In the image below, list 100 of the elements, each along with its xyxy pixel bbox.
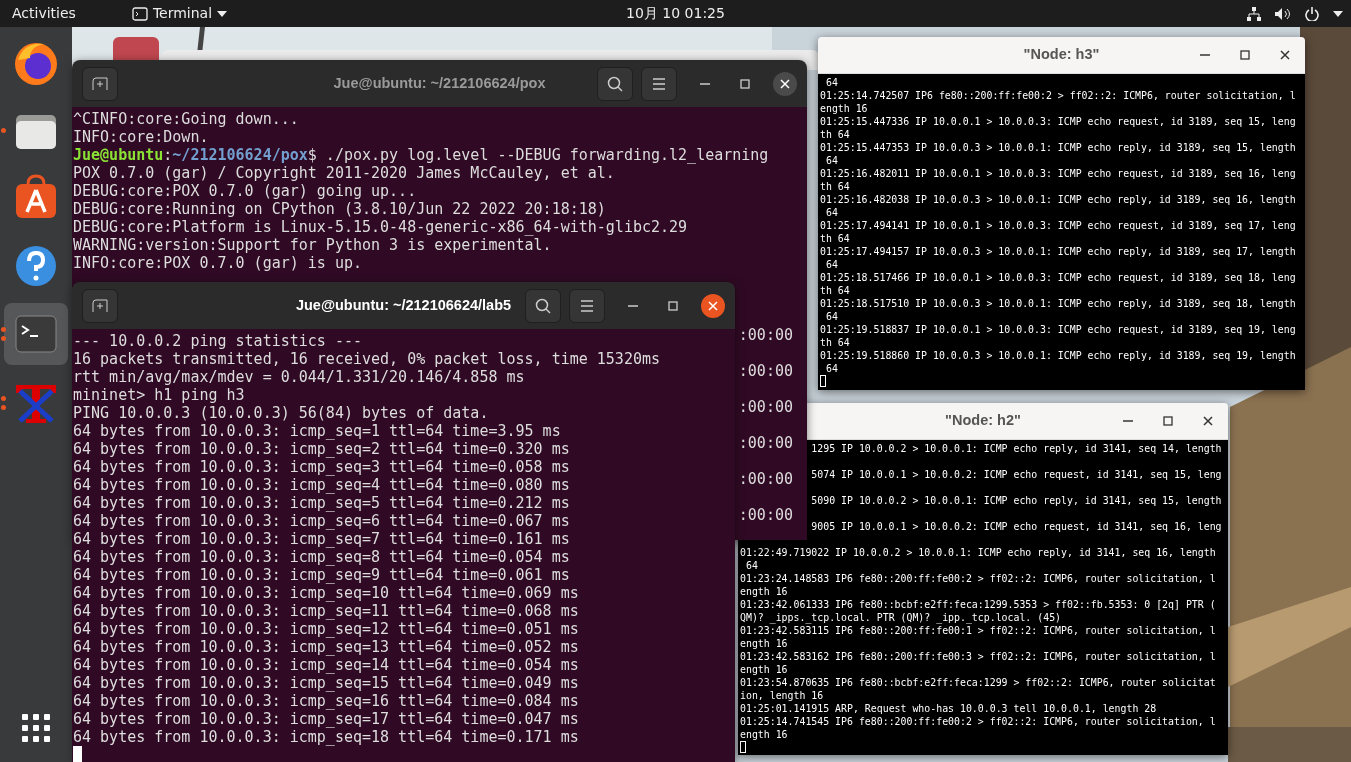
terminal-line: 01:25:15.447353 IP 10.0.0.3 > 10.0.0.1: ICMP echo reply, id 3189, seq 15, length: [820, 141, 1297, 154]
cursor: [73, 746, 82, 762]
terminal-line: 01:25:15.447336 IP 10.0.0.1 > 10.0.0.3: ICMP echo request, id 3189, seq 15, leng: [820, 115, 1297, 128]
terminal-line: 01:25:19.518837 IP 10.0.0.1 > 10.0.0.3: ICMP echo request, id 3189, seq 19, leng: [820, 323, 1297, 336]
terminal-line: 64 bytes from 10.0.0.3: icmp_seq=15 ttl=64 time=0.049 ms: [73, 674, 580, 692]
terminal-line: 5090 IP 10.0.0.2 > 10.0.0.1: ICMP echo reply, id 3141, seq 15, length: [811, 495, 1222, 506]
terminal-line: 64 bytes from 10.0.0.3: icmp_seq=12 ttl=64 time=0.051 ms: [73, 620, 580, 638]
terminal-line: 01:25:01.141915 ARP, Request who-has 10.0.0.3 tell 10.0.0.1, length 28: [740, 702, 1158, 715]
terminal-line: 64 bytes from 10.0.0.3: icmp_seq=2 ttl=64 time=0.320 ms: [73, 440, 571, 458]
terminal-line: PING 10.0.0.3 (10.0.0.3) 56(84) bytes of data.: [73, 404, 490, 422]
menu-icon: [580, 299, 594, 312]
terminal-line: 64 bytes from 10.0.0.3: icmp_seq=13 ttl=64 time=0.052 ms: [73, 638, 580, 656]
terminal-line: INFO:core:POX 0.7.0 (gar) is up.: [73, 254, 363, 272]
new-tab-button[interactable]: [82, 66, 118, 101]
terminal-line: 64 bytes from 10.0.0.3: icmp_seq=1 ttl=64 time=3.95 ms: [73, 422, 562, 440]
maximize-icon: [740, 78, 750, 89]
terminal-line: 01:22:49.719022 IP 10.0.0.2 > 10.0.0.1: ICMP echo reply, id 3141, seq 16, length: [740, 546, 1217, 559]
terminal-line: :00:00: [738, 470, 793, 488]
terminal-line: 64: [824, 258, 839, 271]
terminal-line: 64 bytes from 10.0.0.3: icmp_seq=5 ttl=64 time=0.212 ms: [73, 494, 571, 512]
terminal-line: DEBUG:core:Running on CPython (3.8.10/Jun 22 2022 20:18:18): [73, 200, 607, 218]
terminal-line: rtt min/avg/max/mdev = 0.044/1.331/20.146/4.858 ms: [73, 368, 526, 386]
terminal-line: 64: [824, 154, 839, 167]
caret-icon: [1333, 10, 1343, 17]
window-title: "Node: h3": [1023, 45, 1100, 65]
new-tab-icon: [92, 76, 108, 91]
app-menu-button[interactable]: Terminal: [121, 0, 238, 27]
terminal-line: :00:00: [738, 398, 793, 416]
terminal-line: 5074 IP 10.0.0.1 > 10.0.0.2: ICMP echo request, id 3141, seq 15, leng: [811, 469, 1222, 480]
terminal-line: QM)? _ipps._tcp.local. PTR (QM)? _ipp._tcp.local. (45): [740, 611, 1063, 624]
new-tab-button[interactable]: [82, 288, 118, 323]
terminal-line: 64 bytes from 10.0.0.3: icmp_seq=7 ttl=64 time=0.161 ms: [73, 530, 571, 548]
cursor: [820, 375, 826, 387]
search-button[interactable]: [525, 288, 561, 323]
terminal-line: 01:23:42.061333 IP6 fe80::bcbf:e2ff:feca:1299.5353 > ff02::fb.5353: 0 [2q] PTR (: [740, 598, 1217, 611]
terminal-line: 01:25:19.518860 IP 10.0.0.3 > 10.0.0.1: ICMP echo reply, id 3189, seq 19, length: [820, 349, 1297, 362]
terminal-line: th 64: [820, 284, 851, 297]
terminal-line: 64 bytes from 10.0.0.3: icmp_seq=8 ttl=64 time=0.054 ms: [73, 548, 571, 566]
terminal-line: 01:25:16.482011 IP 10.0.0.1 > 10.0.0.3: ICMP echo request, id 3189, seq 16, leng: [820, 167, 1297, 180]
terminal-line: 64: [824, 206, 839, 219]
terminal-line: ength 16: [740, 728, 789, 741]
power-icon: [1305, 6, 1319, 21]
terminal-line: 64 bytes from 10.0.0.3: icmp_seq=6 ttl=64 time=0.067 ms: [73, 512, 571, 530]
network-icon: [1247, 6, 1261, 21]
menu-button[interactable]: [569, 288, 605, 323]
terminal-line: ength 16: [820, 102, 869, 115]
terminal-line: mininet> h1 ping h3: [73, 386, 246, 404]
terminal-line: 64 bytes from 10.0.0.3: icmp_seq=9 ttl=64 time=0.061 ms: [73, 566, 571, 584]
terminal-line: 01:25:18.517466 IP 10.0.0.1 > 10.0.0.3: ICMP echo request, id 3189, seq 18, leng: [820, 271, 1297, 284]
minimize-icon: [628, 304, 638, 307]
search-icon: [607, 75, 623, 92]
terminal-line: 01:25:14.741545 IP6 fe80::200:ff:fe00:2 > ff02::2: ICMP6, router solicitation, l: [740, 715, 1217, 728]
menu-icon: [652, 77, 666, 90]
terminal-line: 64 bytes from 10.0.0.3: icmp_seq=3 ttl=64 time=0.058 ms: [73, 458, 571, 476]
close-button[interactable]: [701, 293, 725, 318]
search-icon: [535, 297, 551, 314]
terminal-line: :00:00: [738, 506, 793, 524]
clock-button[interactable]: 10月 10 01:25: [616, 0, 735, 27]
terminal-line: 64: [824, 362, 839, 375]
terminal-line: ength 16: [740, 585, 789, 598]
window-title: Jue@ubuntu: ~/212106624/lab5: [295, 295, 512, 315]
terminal-line: 01:25:17.494157 IP 10.0.0.3 > 10.0.0.1: ICMP echo reply, id 3189, seq 17, length: [820, 245, 1297, 258]
prompt-line: Jue@ubuntu:~/212106624/pox$ ./pox.py log.level --DEBUG forwarding.l2_learning: [73, 146, 770, 164]
new-tab-icon: [92, 298, 108, 313]
terminal-line: th 64: [820, 232, 851, 245]
folder-icon: [113, 37, 159, 61]
terminal-line: 64 bytes from 10.0.0.3: icmp_seq=17 ttl=64 time=0.047 ms: [73, 710, 580, 728]
terminal-line: 64 bytes from 10.0.0.3: icmp_seq=10 ttl=64 time=0.069 ms: [73, 584, 580, 602]
minimize-icon: [1123, 420, 1133, 422]
terminal-line: :00:00: [738, 362, 793, 380]
terminal-line: 64 bytes from 10.0.0.3: icmp_seq=4 ttl=64 time=0.080 ms: [73, 476, 571, 494]
close-icon: [708, 300, 718, 311]
terminal-line: 01:23:42.583162 IP6 fe80::200:ff:fe00:3 > ff02::2: ICMP6, router solicitation, l: [740, 650, 1217, 663]
close-icon: [1203, 416, 1213, 426]
terminal-line: --- 10.0.0.2 ping statistics ---: [73, 332, 363, 350]
close-button[interactable]: [773, 71, 797, 96]
terminal-line: ^CINFO:core:Going down...: [73, 110, 300, 128]
terminal-line: INFO:core:Down.: [73, 128, 210, 146]
terminal-line: POX 0.7.0 (gar) / Copyright 2011-2020 James McCauley, et al.: [73, 164, 616, 182]
search-button[interactable]: [597, 66, 633, 101]
maximize-icon: [668, 300, 678, 311]
terminal-line: 01:25:14.742507 IP6 fe80::200:ff:fe00:2 > ff02::2: ICMP6, router solicitation, l: [820, 89, 1297, 102]
terminal-line: WARNING:version:Support for Python 3 is experimental.: [73, 236, 553, 254]
terminal-line: 01:23:54.870635 IP6 fe80::bcbf:e2ff:feca:1299 > ff02::2: ICMP6, router solicitat: [740, 676, 1217, 689]
firefox-icon: [12, 40, 60, 88]
terminal-line: th 64: [820, 180, 851, 193]
terminal-line: 64 bytes from 10.0.0.3: icmp_seq=16 ttl=64 time=0.084 ms: [73, 692, 580, 710]
caret-icon: [217, 10, 228, 17]
cursor: [740, 741, 746, 753]
terminal-line: ength 16: [740, 663, 789, 676]
menu-button[interactable]: [641, 66, 677, 101]
terminal-line: 9005 IP 10.0.0.1 > 10.0.0.2: ICMP echo request, id 3141, seq 16, leng: [811, 521, 1222, 532]
activities-button[interactable]: Activities: [0, 0, 86, 27]
terminal-line: 01:25:16.482038 IP 10.0.0.3 > 10.0.0.1: ICMP echo reply, id 3189, seq 16, length: [820, 193, 1297, 206]
terminal-line: 16 packets transmitted, 16 received, 0% packet loss, time 15320ms: [73, 350, 661, 368]
terminal-line: 64: [824, 76, 839, 89]
terminal-line: 01:25:18.517510 IP 10.0.0.3 > 10.0.0.1: ICMP echo reply, id 3189, seq 18, length: [820, 297, 1297, 310]
terminal-line: ength 16: [740, 637, 789, 650]
volume-icon: [1275, 6, 1291, 21]
terminal-line: DEBUG:core:POX 0.7.0 (gar) going up...: [73, 182, 418, 200]
